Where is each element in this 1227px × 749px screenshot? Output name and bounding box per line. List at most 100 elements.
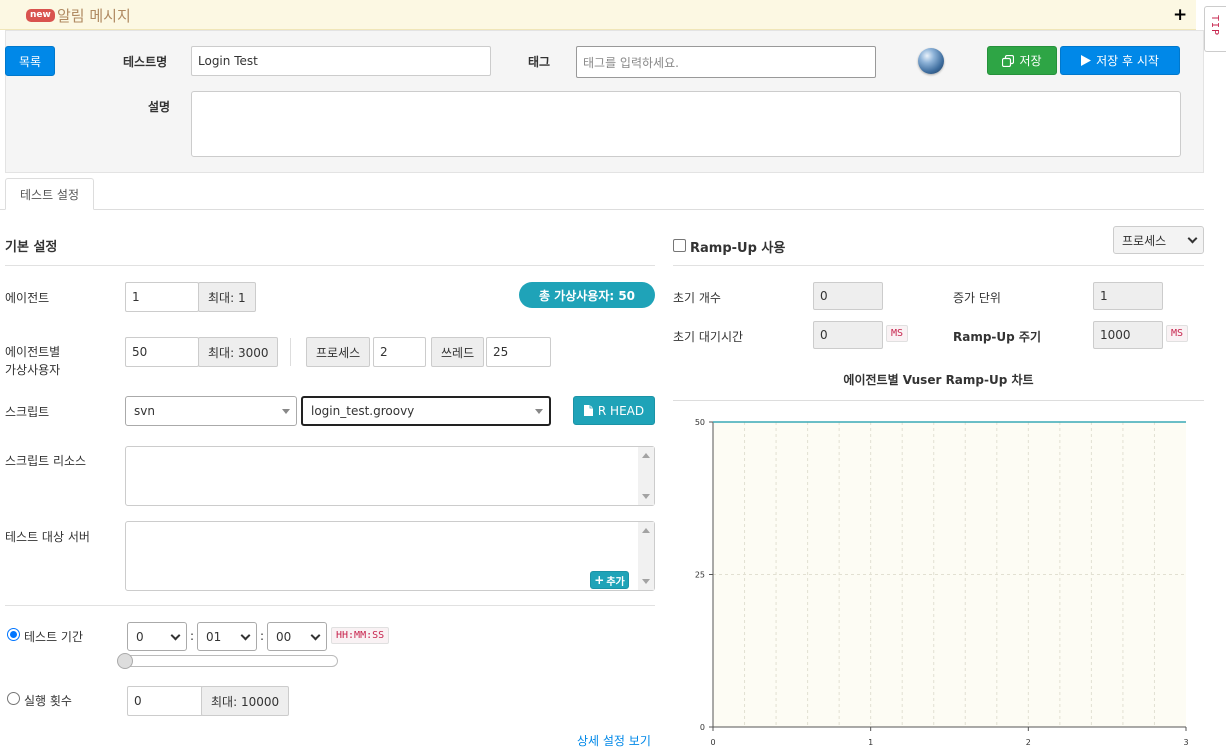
scrollbar[interactable] [638,447,654,505]
caret-down-icon [282,409,290,414]
rampup-enable-label: Ramp-Up 사용 [690,241,786,256]
tag-label: 태그 [528,55,551,69]
duration-minutes-select[interactable]: 01 [197,622,257,651]
save-and-start-button[interactable]: 저장 후 시작 [1060,46,1180,75]
rampup-interval-unit: MS [1166,325,1189,342]
time-colon: : [260,629,265,643]
initial-sleep-input[interactable]: 0 [813,321,883,349]
run-count-radio[interactable] [7,692,20,705]
rampup-chart: 0 25 50 0 1 2 3 [673,400,1204,747]
increment-label: 증가 단위 [953,291,1001,305]
caret-down-icon [535,409,543,414]
rampup-interval-input[interactable]: 1000 [1093,321,1163,349]
chart-plot: 0 25 50 0 1 2 3 [695,418,1189,747]
chevron-down-icon [310,630,321,640]
duration-slider-handle[interactable] [117,653,133,669]
chevron-down-icon [240,630,251,640]
list-button[interactable]: 목록 [5,46,55,76]
rampup-checkbox[interactable] [673,239,686,252]
run-count-max-addon: 최대: 10000 [201,686,290,716]
tag-input[interactable]: 태그를 입력하세요. [576,46,876,78]
initial-sleep-label: 초기 대기시간 [673,330,744,344]
duration-slider[interactable] [122,655,338,667]
x-tick-label: 2 [1026,738,1031,747]
rampup-type-select[interactable]: 프로세스 [1113,226,1204,254]
scroll-up-icon[interactable] [642,453,650,458]
separator [290,338,291,366]
r-head-button[interactable]: R HEAD [573,396,655,425]
agent-count-input[interactable]: 1 [125,282,199,312]
divider [673,265,1204,266]
process-addon: 프로세스 [306,337,371,367]
x-tick-label: 3 [1183,738,1188,747]
description-label: 설명 [148,100,171,114]
script-repo-select[interactable]: svn [125,396,297,426]
new-badge: new [26,9,55,22]
vuser-label-line1: 에이전트별 [5,345,61,359]
add-button-label: 추가 [606,576,625,588]
description-textarea[interactable] [191,91,1181,157]
duration-seconds-value: 00 [276,629,292,644]
chevron-down-icon [170,630,181,640]
y-tick-label: 0 [700,723,705,732]
file-icon [583,405,593,416]
test-name-input[interactable]: Login Test [191,46,491,76]
agent-max-addon: 최대: 1 [198,282,256,312]
play-icon [1081,55,1092,66]
chart-title: 에이전트별 Vuser Ramp-Up 차트 [843,373,1034,387]
tab-test-settings[interactable]: 테스트 설정 [5,178,94,210]
initial-count-label: 초기 개수 [673,291,721,305]
detail-settings-link[interactable]: 상세 설정 보기 [577,732,651,749]
duration-label: 테스트 기간 [24,630,84,644]
duration-hours-select[interactable]: 0 [127,622,187,651]
plus-icon: + [594,573,605,587]
list-button-label: 목록 [18,54,42,69]
thread-count-input[interactable]: 25 [486,337,551,367]
process-count-input[interactable]: 2 [373,337,426,367]
plus-icon[interactable]: + [1173,5,1187,25]
scroll-down-icon[interactable] [642,579,650,584]
script-file-select[interactable]: login_test.groovy [301,396,551,426]
r-head-label: R HEAD [597,403,645,418]
vuser-max-addon: 최대: 3000 [198,337,279,367]
time-colon: : [190,629,195,643]
run-count-input[interactable]: 0 [127,686,203,716]
run-count-label: 실행 횟수 [24,694,72,708]
total-vusers-badge: 총 가상사용자: 50 [519,282,655,308]
x-tick-label: 0 [710,738,715,747]
script-label: 스크립트 [5,405,50,419]
tip-tab[interactable]: TIP [1204,6,1226,52]
save-button[interactable]: 저장 [987,46,1057,75]
alert-bar: new 알림 메시지 + [0,0,1196,30]
save-button-label: 저장 [1019,54,1042,68]
vuser-per-agent-input[interactable]: 50 [125,337,199,367]
duration-seconds-select[interactable]: 00 [267,622,327,651]
rampup-interval-label: Ramp-Up 주기 [953,330,1042,344]
test-name-label: 테스트명 [123,55,168,69]
initial-sleep-unit: MS [886,325,909,342]
status-sphere-icon [918,48,944,74]
scrollbar[interactable] [638,522,654,590]
y-tick-label: 50 [695,418,705,427]
duration-minutes-value: 01 [206,629,222,644]
y-tick-label: 25 [695,571,705,580]
duration-hours-value: 0 [136,629,144,644]
target-server-textarea[interactable] [125,521,655,591]
divider [5,605,655,606]
script-file-value: login_test.groovy [311,404,415,418]
add-server-button[interactable]: + 추가 [590,571,629,589]
duration-unit: HH:MM:SS [331,627,390,644]
target-server-label: 테스트 대상 서버 [5,530,90,544]
alert-title[interactable]: 알림 메시지 [57,5,131,26]
increment-input[interactable]: 1 [1093,282,1163,310]
script-resource-list[interactable] [125,446,655,506]
scroll-up-icon[interactable] [642,528,650,533]
thread-addon: 쓰레드 [431,337,485,367]
rampup-type-value: 프로세스 [1122,233,1167,248]
scroll-down-icon[interactable] [642,494,650,499]
tip-label: TIP [1209,15,1220,37]
duration-radio[interactable] [7,628,20,641]
script-repo-value: svn [134,404,155,418]
initial-count-input[interactable]: 0 [813,282,883,310]
copy-icon [1002,54,1015,67]
